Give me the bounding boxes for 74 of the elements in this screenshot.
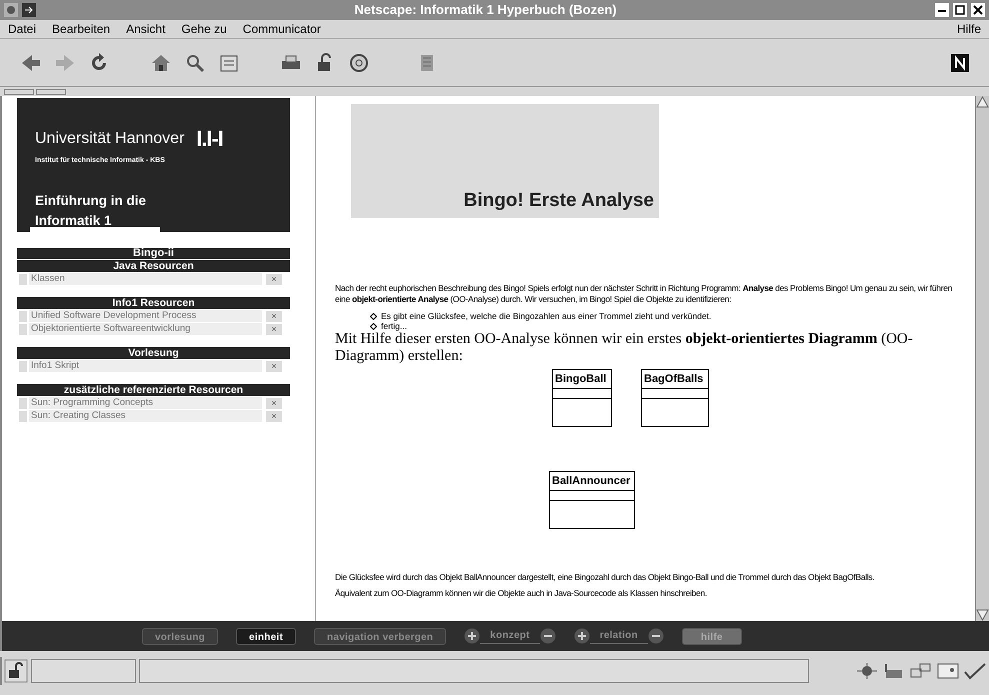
home-icon[interactable] (150, 52, 172, 72)
menu-item[interactable]: Hilfe (956, 20, 981, 38)
university-name: Universität Hannover (35, 128, 184, 148)
section-title: Info1 Resourcen (17, 297, 290, 309)
resource-link[interactable]: Klassen (29, 273, 262, 285)
stop-icon[interactable] (348, 52, 370, 72)
section-title: zusätzliche referenzierte Resourcen (17, 384, 290, 396)
resource-link[interactable]: Objektorientierte Softwareentwicklung (29, 323, 262, 335)
minus-icon[interactable] (648, 628, 664, 644)
nav-label: relation (590, 628, 648, 644)
scrollbar[interactable] (975, 96, 989, 621)
window-title: Netscape: Informatik 1 Hyperbuch (Bozen) (354, 1, 617, 20)
bullet-square (19, 324, 27, 334)
list-item: Es gibt eine Glücksfee, welche die Bingozahlen aus einer Trommel zieht und verkündet. (381, 311, 712, 321)
arrow-left-icon[interactable] (20, 52, 42, 72)
bullet-icon (370, 322, 377, 330)
remove-button[interactable]: × (266, 398, 282, 408)
remove-button[interactable]: × (266, 274, 282, 284)
section-title: Vorlesung (17, 347, 290, 359)
pen-icon[interactable] (963, 662, 987, 680)
class-name: BagOfBalls (643, 372, 704, 387)
nav-button[interactable]: einheit (236, 628, 296, 644)
card-icon[interactable] (936, 662, 960, 680)
class-name: BingoBall (554, 372, 608, 387)
course-title: Einführung in die (35, 192, 147, 210)
bullet-icon (370, 312, 377, 320)
nav-label: konzept (480, 628, 540, 644)
menu-item[interactable]: Bearbeiten (52, 20, 110, 38)
resource-link[interactable]: Info1 Skript (29, 360, 262, 372)
bullet-square (19, 360, 27, 372)
bullet-square (19, 398, 27, 408)
paragraph: Äquivalent zum OO-Diagramm können wir die Objekte auch in Java-Sourcecode als Klassen hinschreiben. (335, 588, 708, 599)
bullet-square (19, 310, 27, 322)
minus-icon[interactable] (540, 628, 556, 644)
nav-button[interactable]: vorlesung (142, 628, 218, 644)
close-icon[interactable] (971, 3, 985, 17)
remove-button[interactable]: × (266, 324, 282, 334)
menu-item[interactable]: Gehe zu (181, 20, 227, 38)
resource-link[interactable]: Unified Software Development Process (29, 310, 262, 322)
pin-icon[interactable] (22, 3, 36, 17)
paragraph: Mit Hilfe dieser ersten OO-Analyse können wir ein erstes objekt-orientiertes Diagramm (OO-Diagramm) erstellen: (335, 331, 914, 365)
section-title: Java Resourcen (17, 260, 290, 272)
shop-icon[interactable] (418, 52, 436, 72)
navigator-icon[interactable] (855, 662, 879, 680)
paragraph: Die Glücksfee wird durch das Objekt BallAnnouncer dargestellt, eine Bingozahl durch das Objekt Bingo-Ball und die Trommel durch das Objekt BagOfBalls. (335, 572, 876, 583)
remove-button[interactable]: × (266, 310, 282, 322)
section-title: Bingo-ii (17, 248, 290, 259)
menu-item[interactable]: Communicator (242, 20, 321, 38)
page-icon[interactable] (218, 52, 240, 72)
minimize-icon[interactable] (935, 3, 949, 17)
resource-link[interactable]: Sun: Creating Classes (29, 410, 262, 422)
list-item: fertig... (381, 321, 407, 331)
padlock-icon[interactable] (4, 659, 28, 683)
university-logo: I.I-I (196, 125, 223, 153)
chat-icon[interactable] (909, 662, 933, 680)
bullet-square (19, 274, 27, 284)
bullet-square (19, 410, 27, 422)
remove-button[interactable]: × (266, 410, 282, 422)
menu-item[interactable]: Ansicht (126, 20, 166, 38)
netscape-logo-icon (951, 54, 969, 72)
search-icon[interactable] (184, 52, 206, 72)
class-name: BallAnnouncer (551, 474, 632, 489)
maximize-icon[interactable] (953, 3, 967, 17)
remove-button[interactable]: × (266, 360, 282, 372)
paragraph: Nach der recht euphorischen Beschreibung des Bingo! Spiels erfolgt nun der nächster Schritt in Richtung Programm: Analyse des Problems Bingo! Um genau zu sein, wir führen eine objekt-orientierte Analyse (OO-Analyse) durch. Wir versuchen, im Bingo! Spiel die Objekte zu identifizieren: (335, 283, 954, 305)
menu-item[interactable]: Datei (8, 20, 36, 38)
resource-link[interactable]: Sun: Programming Concepts (29, 397, 262, 409)
nav-button[interactable]: navigation verbergen (314, 628, 446, 644)
course-title: Informatik 1 (35, 212, 113, 230)
plus-icon[interactable] (464, 628, 480, 644)
scroll-up-icon[interactable] (976, 96, 989, 108)
page-heading: Bingo! Erste Analyse (464, 188, 654, 212)
plus-icon[interactable] (574, 628, 590, 644)
window-menu-icon[interactable] (4, 3, 18, 17)
